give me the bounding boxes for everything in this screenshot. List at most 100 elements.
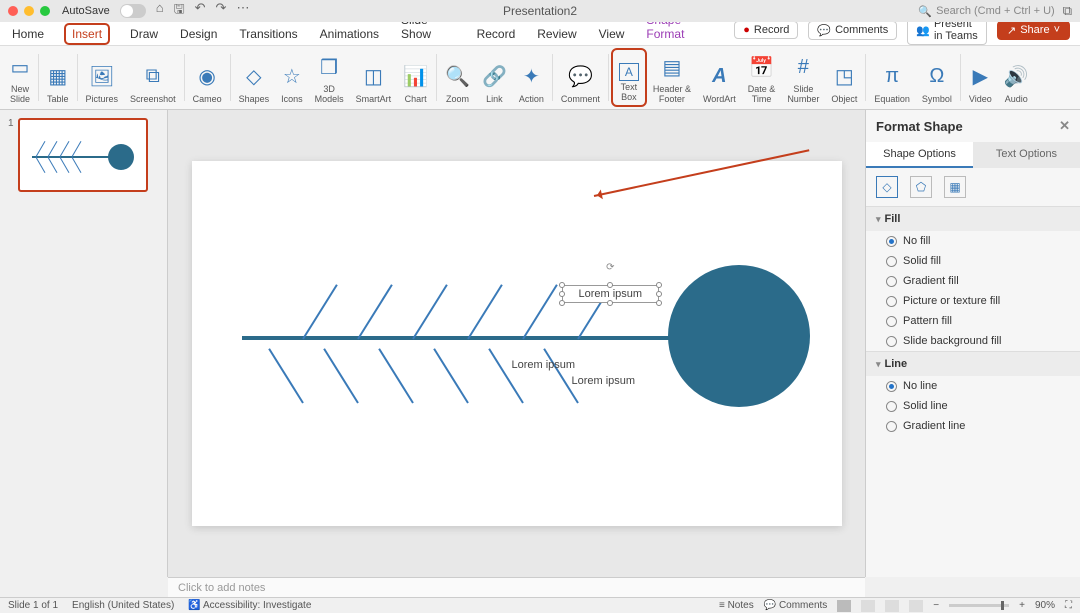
- bone[interactable]: [433, 348, 469, 403]
- resize-handle[interactable]: [559, 300, 565, 306]
- object-button[interactable]: ◳Object: [825, 48, 863, 107]
- screenshot-button[interactable]: ⧉Screenshot: [124, 48, 182, 107]
- bone[interactable]: [357, 284, 393, 339]
- fill-no-fill[interactable]: No fill: [866, 231, 1080, 251]
- size-props-icon[interactable]: ▦: [944, 176, 966, 198]
- comments-button[interactable]: 💬 Comments: [808, 21, 897, 40]
- fill-pattern[interactable]: Pattern fill: [866, 311, 1080, 331]
- notes-toggle[interactable]: ≡ Notes: [719, 600, 754, 611]
- resize-handle[interactable]: [607, 300, 613, 306]
- fit-to-window-icon[interactable]: ⛶: [1065, 600, 1072, 611]
- bone[interactable]: [378, 348, 414, 403]
- slide-counter[interactable]: Slide 1 of 1: [8, 600, 58, 611]
- line-section-header[interactable]: Line: [866, 352, 1080, 376]
- resize-handle[interactable]: [559, 282, 565, 288]
- line-solid[interactable]: Solid line: [866, 396, 1080, 416]
- record-button[interactable]: ●Record: [734, 21, 798, 39]
- text-label[interactable]: Lorem ipsum: [572, 375, 636, 387]
- 3d-models-button[interactable]: ❒3D Models: [309, 48, 350, 107]
- bone[interactable]: [467, 284, 503, 339]
- resize-handle[interactable]: [656, 282, 662, 288]
- bone[interactable]: [302, 284, 338, 339]
- more-icon[interactable]: ⋯: [236, 0, 249, 22]
- close-window[interactable]: [8, 6, 18, 16]
- autosave-toggle[interactable]: [120, 4, 146, 18]
- fishbone-spine[interactable]: [242, 336, 672, 340]
- wordart-button[interactable]: AWordArt: [697, 48, 742, 107]
- smartart-button[interactable]: ◫SmartArt: [350, 48, 398, 107]
- fill-section-header[interactable]: Fill: [866, 207, 1080, 231]
- tab-home[interactable]: Home: [10, 23, 46, 45]
- tab-insert[interactable]: Insert: [64, 23, 110, 45]
- language-status[interactable]: English (United States): [72, 600, 174, 611]
- close-pane-icon[interactable]: ✕: [1059, 118, 1070, 134]
- text-box-selected[interactable]: Lorem ipsum ⟳: [562, 285, 660, 303]
- resize-handle[interactable]: [559, 291, 565, 297]
- fill-slide-bg[interactable]: Slide background fill: [866, 331, 1080, 351]
- text-box-button[interactable]: AText Box: [611, 48, 647, 107]
- comments-toggle[interactable]: 💬 Comments: [764, 600, 828, 611]
- home-icon[interactable]: ⌂: [156, 0, 164, 22]
- line-gradient[interactable]: Gradient line: [866, 416, 1080, 436]
- tab-animations[interactable]: Animations: [318, 23, 381, 45]
- share-collab-icon[interactable]: ⧉: [1063, 3, 1072, 19]
- window-controls[interactable]: [8, 6, 50, 16]
- tab-record[interactable]: Record: [475, 23, 518, 45]
- share-button[interactable]: ↗ Share ˅: [997, 21, 1070, 40]
- table-button[interactable]: ▦Table: [41, 48, 75, 107]
- slide-thumbnail-1[interactable]: [18, 118, 148, 192]
- maximize-window[interactable]: [40, 6, 50, 16]
- fill-gradient[interactable]: Gradient fill: [866, 271, 1080, 291]
- effects-icon[interactable]: ⬠: [910, 176, 932, 198]
- zoom-button[interactable]: 🔍Zoom: [439, 48, 476, 107]
- cameo-button[interactable]: ◉Cameo: [187, 48, 228, 107]
- comment-button[interactable]: 💬Comment: [555, 48, 606, 107]
- text-label[interactable]: Lorem ipsum: [512, 359, 576, 371]
- audio-button[interactable]: 🔊Audio: [998, 48, 1035, 107]
- save-icon[interactable]: 🖫: [174, 0, 185, 22]
- slideshow-view-icon[interactable]: [909, 600, 923, 612]
- resize-handle[interactable]: [656, 300, 662, 306]
- fill-solid[interactable]: Solid fill: [866, 251, 1080, 271]
- reading-view-icon[interactable]: [885, 600, 899, 612]
- tab-transitions[interactable]: Transitions: [237, 23, 299, 45]
- normal-view-icon[interactable]: [837, 600, 851, 612]
- icons-button[interactable]: ☆Icons: [275, 48, 309, 107]
- date-time-button[interactable]: 📅Date & Time: [742, 48, 782, 107]
- zoom-level[interactable]: 90%: [1035, 600, 1055, 611]
- tab-view[interactable]: View: [597, 23, 627, 45]
- zoom-in[interactable]: +: [1019, 600, 1025, 611]
- redo-icon[interactable]: ↷: [216, 0, 227, 22]
- bone[interactable]: [268, 348, 304, 403]
- bone[interactable]: [522, 284, 558, 339]
- chart-button[interactable]: 📊Chart: [397, 48, 434, 107]
- video-button[interactable]: ▶Video: [963, 48, 998, 107]
- tab-review[interactable]: Review: [535, 23, 578, 45]
- shape-options-tab[interactable]: Shape Options: [866, 142, 973, 168]
- new-slide-button[interactable]: ▭New Slide: [4, 48, 36, 107]
- text-options-tab[interactable]: Text Options: [973, 142, 1080, 168]
- slide[interactable]: Lorem ipsum ⟳ Lorem ipsum Lorem ipsum: [192, 161, 842, 526]
- symbol-button[interactable]: ΩSymbol: [916, 48, 958, 107]
- equation-button[interactable]: πEquation: [868, 48, 916, 107]
- fill-picture[interactable]: Picture or texture fill: [866, 291, 1080, 311]
- zoom-slider[interactable]: [949, 604, 1009, 607]
- search-box[interactable]: 🔍 Search (Cmd + Ctrl + U): [918, 5, 1054, 18]
- tab-design[interactable]: Design: [178, 23, 219, 45]
- slide-number-button[interactable]: #Slide Number: [781, 48, 825, 107]
- fishbone-head[interactable]: [668, 265, 810, 407]
- line-no-line[interactable]: No line: [866, 376, 1080, 396]
- bone[interactable]: [412, 284, 448, 339]
- action-button[interactable]: ✦Action: [513, 48, 550, 107]
- undo-icon[interactable]: ↶: [195, 0, 206, 22]
- rotate-handle-icon[interactable]: ⟳: [606, 262, 614, 273]
- link-button[interactable]: 🔗Link: [476, 48, 513, 107]
- minimize-window[interactable]: [24, 6, 34, 16]
- zoom-out[interactable]: −: [933, 600, 939, 611]
- tab-draw[interactable]: Draw: [128, 23, 160, 45]
- header-footer-button[interactable]: ▤Header & Footer: [647, 48, 697, 107]
- sorter-view-icon[interactable]: [861, 600, 875, 612]
- shapes-button[interactable]: ◇Shapes: [233, 48, 276, 107]
- accessibility-status[interactable]: ♿ Accessibility: Investigate: [188, 600, 311, 611]
- slide-canvas[interactable]: Lorem ipsum ⟳ Lorem ipsum Lorem ipsum: [168, 110, 865, 577]
